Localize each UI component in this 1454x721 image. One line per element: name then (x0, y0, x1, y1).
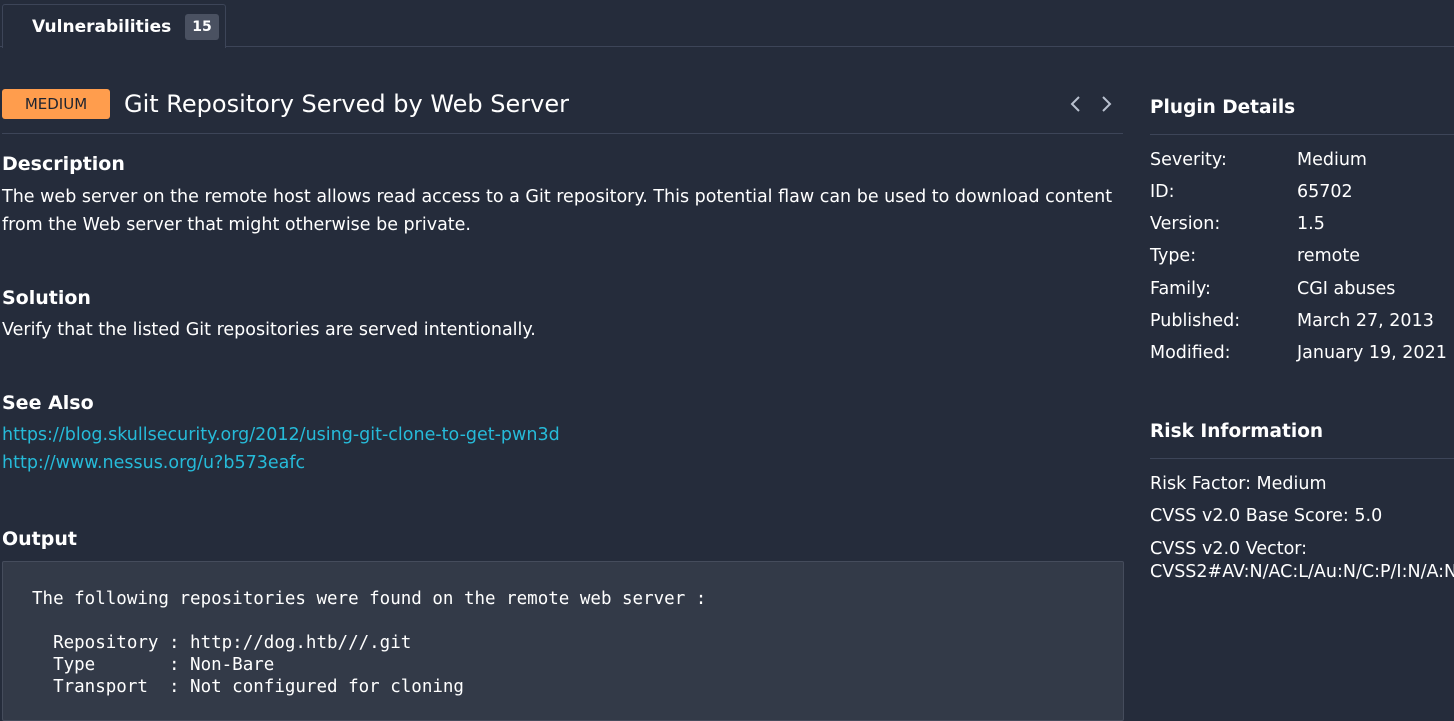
output-box: The following repositories were found on… (2, 561, 1124, 721)
output-heading: Output (2, 528, 77, 550)
detail-key: ID: (1150, 182, 1175, 202)
detail-key: Modified: (1150, 343, 1231, 363)
tab-label: Vulnerabilities (32, 16, 172, 37)
detail-value: 65702 (1297, 182, 1353, 202)
detail-key: Type: (1150, 246, 1197, 266)
severity-badge: MEDIUM (2, 89, 110, 119)
tab-count-badge: 15 (185, 13, 219, 40)
chevron-right-icon (1102, 96, 1112, 112)
detail-value: remote (1297, 246, 1360, 266)
vulnerability-header: MEDIUM Git Repository Served by Web Serv… (2, 87, 1123, 134)
vulnerability-main: MEDIUM Git Repository Served by Web Serv… (0, 47, 1124, 721)
next-button[interactable] (1095, 93, 1117, 115)
output-line: The following repositories were found on… (32, 589, 707, 609)
page-title: Git Repository Served by Web Server (124, 90, 569, 118)
solution-heading: Solution (2, 287, 91, 309)
detail-value: January 19, 2021 (1297, 343, 1447, 363)
cvss-vector-value: CVSS2#AV:N/AC:L/Au:N/C:P/I:N/A:N (1150, 562, 1454, 582)
detail-key: Version: (1150, 214, 1221, 234)
see-also-link[interactable]: https://blog.skullsecurity.org/2012/usin… (2, 421, 560, 449)
see-also-link[interactable]: http://www.nessus.org/u?b573eafc (2, 449, 305, 477)
previous-button[interactable] (1065, 93, 1087, 115)
output-line: Type : Non-Bare (32, 655, 275, 675)
detail-value: March 27, 2013 (1297, 311, 1434, 331)
description-heading: Description (2, 153, 125, 175)
detail-value: 1.5 (1297, 214, 1325, 234)
detail-value: Medium (1297, 150, 1367, 170)
sidebar: Plugin Details Severity: Medium ID: 6570… (1150, 47, 1454, 708)
tab-vulnerabilities[interactable]: Vulnerabilities 15 (2, 4, 226, 48)
detail-value: CGI abuses (1297, 279, 1396, 299)
description-text: The web server on the remote host allows… (2, 187, 1113, 235)
cvss-vector-label: CVSS v2.0 Vector: (1150, 539, 1308, 559)
detail-key: Severity: (1150, 150, 1227, 170)
tab-bar: Vulnerabilities 15 (0, 0, 1454, 48)
risk-factor: Risk Factor: Medium (1150, 474, 1327, 494)
risk-information-heading: Risk Information (1150, 421, 1454, 459)
plugin-details-heading: Plugin Details (1150, 97, 1454, 135)
detail-key: Family: (1150, 279, 1211, 299)
output-line: Repository : http://dog.htb///.git (32, 633, 412, 653)
chevron-left-icon (1070, 96, 1080, 112)
see-also-heading: See Also (2, 392, 94, 414)
output-line: Transport : Not configured for cloning (32, 677, 464, 697)
detail-key: Published: (1150, 311, 1241, 331)
solution-text: Verify that the listed Git repositories … (2, 320, 536, 340)
cvss-base-score: CVSS v2.0 Base Score: 5.0 (1150, 506, 1383, 526)
